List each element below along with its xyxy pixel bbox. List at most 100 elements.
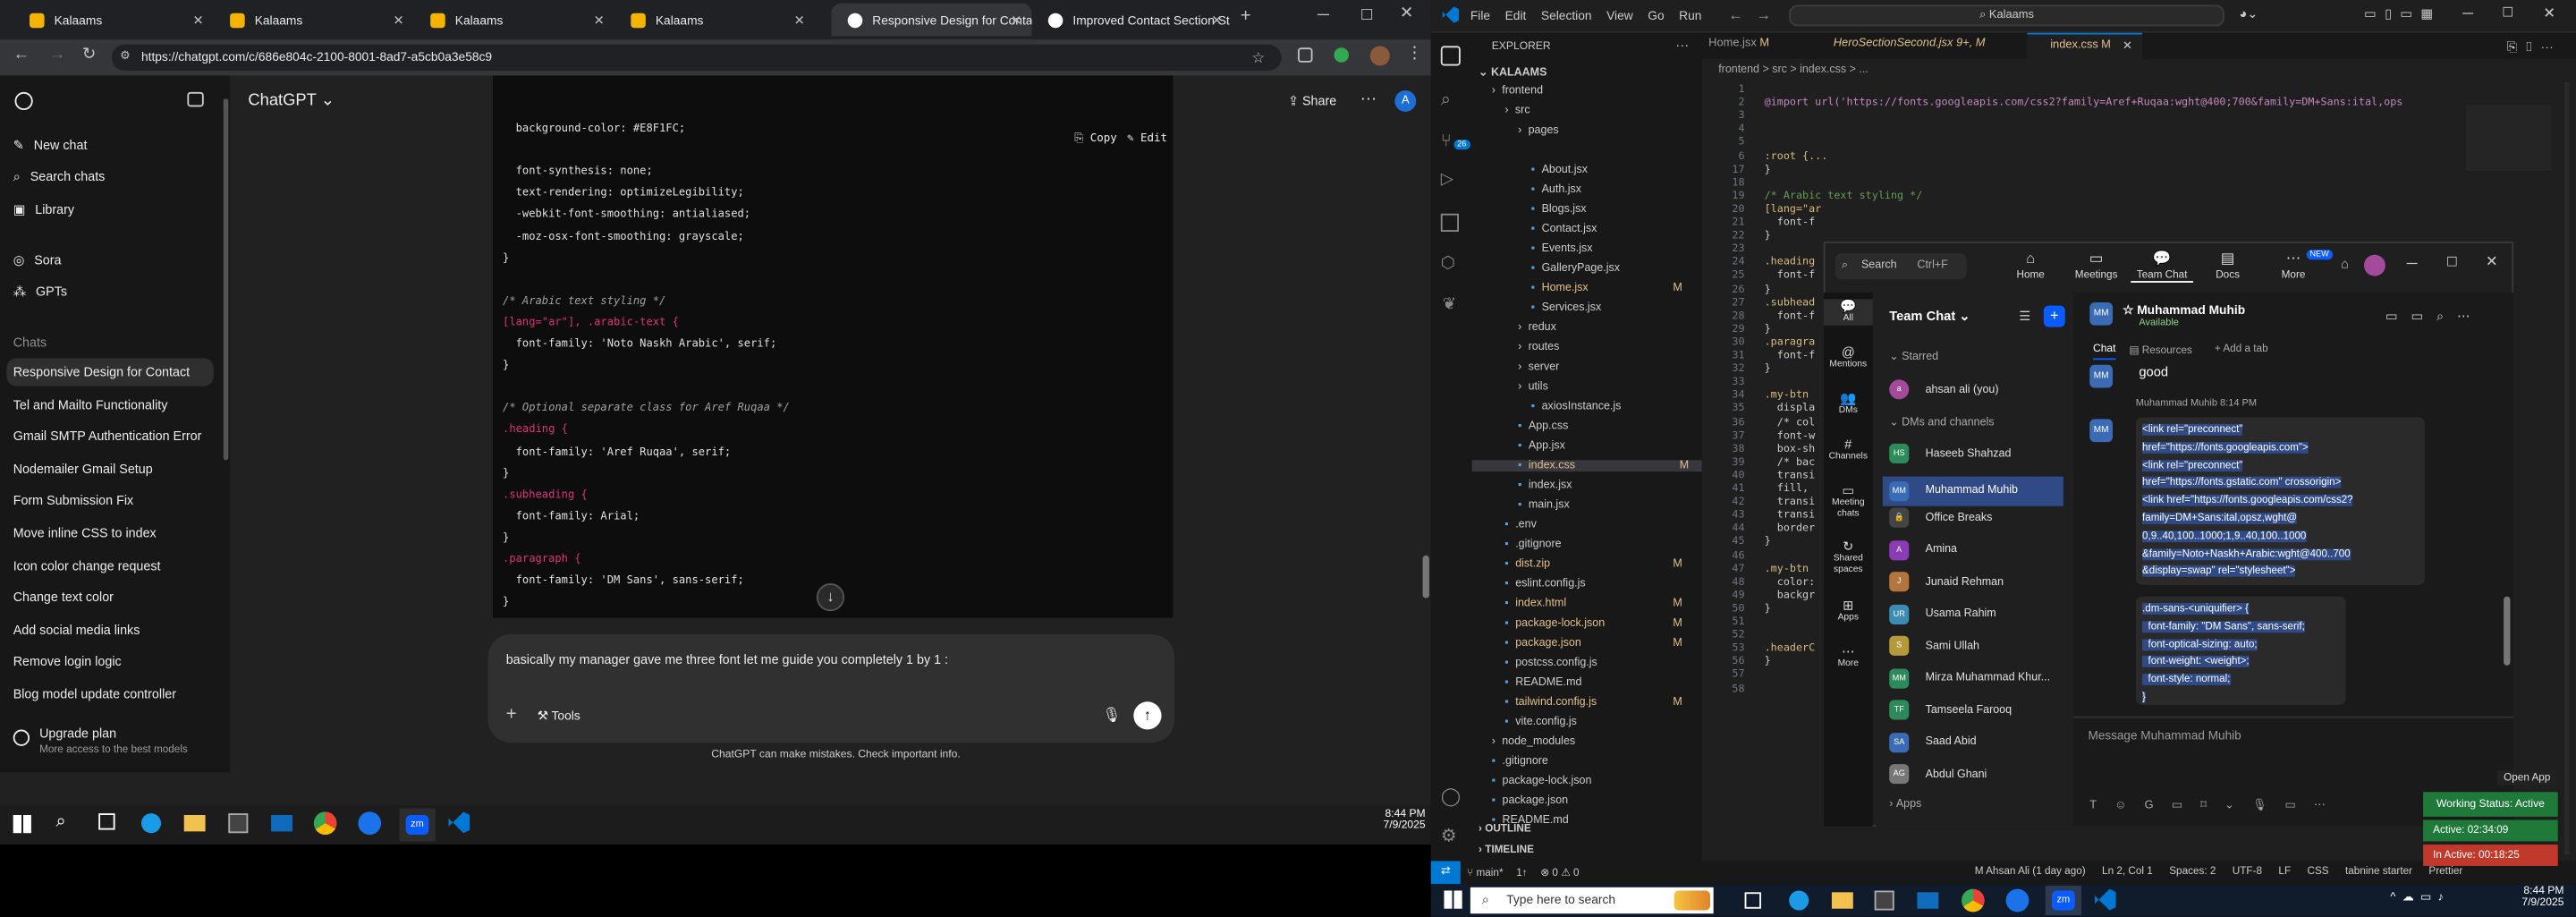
contact-item[interactable]: MM Muhammad Muhib [1882, 475, 2063, 505]
profile-avatar[interactable] [1369, 46, 1390, 66]
folder-item[interactable]: › utils [1518, 381, 1695, 393]
menu-item[interactable]: Go [1648, 8, 1664, 23]
contact-item[interactable]: AG Abdul Ghani [1889, 764, 1987, 785]
sidebar-chat-item[interactable]: Form Submission Fix [13, 494, 133, 509]
windows-start-icon[interactable] [13, 815, 31, 834]
search-icon[interactable]: ⌕ [55, 811, 65, 833]
nav-meetings[interactable]: ▭ Meetings [2065, 250, 2128, 281]
contact-item[interactable]: J Junaid Rehman [1889, 572, 2004, 592]
minimize-icon[interactable]: ─ [2462, 5, 2473, 21]
close-icon[interactable]: ✕ [192, 13, 203, 28]
maximize-icon[interactable]: ☐ [2446, 255, 2458, 270]
file-item[interactable]: ▪ README.md [1504, 677, 1695, 689]
apps-section[interactable]: › Apps [1889, 799, 1921, 811]
browser-tab[interactable]: Kalaams ✕ [13, 4, 214, 37]
close-window-icon[interactable]: ✕ [2543, 5, 2555, 23]
chrome-icon[interactable] [1962, 888, 1985, 913]
store-icon[interactable] [228, 813, 249, 834]
chat-header-actions[interactable]: ▭▭⌕⋯ [2385, 309, 2483, 325]
chat-scrollbar[interactable] [2504, 596, 2511, 666]
more-actions-icon[interactable]: ··· [1675, 38, 1689, 53]
docker-icon[interactable]: ⬡ [1441, 255, 1455, 273]
close-icon[interactable]: ✕ [1211, 13, 1222, 28]
sidebar-toggle-icon[interactable] [187, 91, 204, 107]
new-chat-button[interactable]: ✎ New chat [13, 138, 88, 153]
folder-item[interactable]: › frontend [1492, 86, 1696, 98]
run-debug-icon[interactable]: ▷ [1441, 171, 1453, 189]
file-item[interactable]: ▪ Auth.jsx [1531, 184, 1696, 196]
git-branch[interactable]: ⑂ main* [1467, 867, 1503, 879]
editor-tab[interactable]: HeroSectionSecond.jsx 9+, M [1834, 38, 1986, 49]
rail-shared-spaces[interactable]: ↻ Shared spaces [1824, 539, 1873, 576]
file-item[interactable]: ▪ Contact.jsx [1531, 224, 1696, 235]
maximize-icon[interactable]: ☐ [1360, 6, 1374, 24]
menu-item[interactable]: Run [1679, 8, 1701, 23]
message-input[interactable]: Message Muhammad Muhib [2088, 728, 2241, 743]
send-button[interactable]: ↑ [1133, 701, 1162, 730]
command-center-search[interactable]: ⌕ Kalaams [1789, 4, 2224, 27]
tabnine-status[interactable]: tabnine starter [2345, 866, 2412, 878]
close-window-icon[interactable]: ✕ [2486, 253, 2498, 271]
back-icon[interactable]: ← [13, 46, 30, 64]
message-composer[interactable]: basically my manager gave me three font … [487, 633, 1175, 743]
rail-apps[interactable]: ⊞ Apps [1824, 599, 1873, 624]
edit-button[interactable]: ✎ Edit [1127, 132, 1167, 145]
rail-all[interactable]: 💬 All [1823, 299, 1873, 326]
sidebar-chat-item[interactable]: Gmail SMTP Authentication Error [13, 429, 202, 445]
editor-tab-active[interactable]: index.css M ✕ [2027, 32, 2143, 60]
new-chat-plus-icon[interactable]: + [2043, 305, 2065, 327]
browser-tab-active[interactable]: Responsive Design for Conta ✕ [831, 3, 1032, 37]
menu-dots-icon[interactable]: ⋮ [1406, 45, 1422, 63]
microphone-icon[interactable]: 🎙 [1102, 707, 1121, 725]
outline-section[interactable]: › OUTLINE [1479, 823, 1531, 835]
extension-icon[interactable] [1297, 47, 1313, 63]
new-tab-icon[interactable]: + [1241, 6, 1251, 26]
vscode-icon[interactable] [2094, 888, 2116, 911]
upgrade-plan-button[interactable]: Upgrade plan [39, 726, 116, 742]
file-item[interactable]: ▪ package.json [1492, 795, 1696, 807]
compose-toolbar-icons[interactable]: T☺G▭⌑⌄🎙▭⋯ [2089, 799, 2343, 811]
browser-tab[interactable]: Kalaams ✕ [414, 4, 614, 37]
sidebar-chat-item[interactable]: Remove login logic [13, 655, 122, 670]
encoding[interactable]: UTF-8 [2233, 866, 2262, 878]
rail-channels[interactable]: # Channels [1824, 437, 1873, 463]
contact-item[interactable]: MM Mirza Muhammad Khur... [1889, 667, 2050, 688]
minimize-icon[interactable]: ─ [2407, 255, 2418, 271]
close-window-icon[interactable]: ✕ [1400, 5, 1413, 23]
file-item[interactable]: ▪ .env [1504, 519, 1695, 531]
file-explorer-icon[interactable] [1831, 892, 1853, 909]
task-view-icon[interactable] [98, 813, 115, 830]
team-search-input[interactable]: ⌕ Search Ctrl+F [1835, 252, 1967, 280]
system-tray-icons[interactable]: ^☁▭♪ [2390, 890, 2450, 904]
folder-item[interactable]: › pages [1518, 125, 1695, 137]
sync-status[interactable]: 1↑ [1516, 867, 1527, 879]
remote-indicator-icon[interactable]: ⇄ [1430, 861, 1461, 885]
contact-name[interactable]: ☆ Muhammad Muhib [2123, 302, 2245, 318]
settings-gear-icon[interactable]: ⚙ [1441, 825, 1457, 846]
file-item[interactable]: ▪ Blogs.jsx [1531, 204, 1696, 216]
star-icon[interactable]: ☆ [2123, 302, 2137, 318]
file-item[interactable]: ▪ package-lock.json M [1504, 618, 1695, 630]
git-blame[interactable]: M Ahsan Ali (1 day ago) [1975, 866, 2086, 878]
account-icon[interactable]: ◯ [1441, 785, 1462, 807]
file-item[interactable]: ▪ App.css [1518, 420, 1695, 432]
minimap[interactable] [2465, 105, 2552, 172]
file-item[interactable]: ▪ Home.jsx M [1531, 283, 1696, 294]
back-icon[interactable]: ← [1728, 6, 1743, 22]
editor-actions-icons[interactable]: ⎘▯⋯ [2507, 39, 2561, 55]
file-item[interactable]: ▪ vite.config.js [1504, 717, 1695, 728]
edge-icon[interactable] [140, 813, 161, 834]
message-bubble[interactable]: <link rel="preconnect" href="https://font… [2135, 417, 2425, 585]
close-icon[interactable]: ✕ [2123, 39, 2132, 53]
mail-icon[interactable] [1917, 892, 1939, 909]
nav-home[interactable]: ⌂ Home [1999, 250, 2062, 281]
extensions-icon[interactable] [1440, 213, 1459, 232]
sidebar-chat-item[interactable]: Change text color [13, 590, 114, 606]
profile-avatar[interactable] [2364, 254, 2385, 276]
browser-tab[interactable]: Improved Contact Section St ✕ [1031, 4, 1232, 37]
editor-scrollbar[interactable] [2564, 81, 2570, 855]
contact-item[interactable]: S Sami Ullah [1889, 635, 1979, 656]
sidebar-chat-item[interactable]: Nodemailer Gmail Setup [13, 462, 153, 477]
close-icon[interactable]: ✕ [594, 13, 605, 28]
file-item[interactable]: ▪ package-lock.json [1492, 776, 1696, 787]
